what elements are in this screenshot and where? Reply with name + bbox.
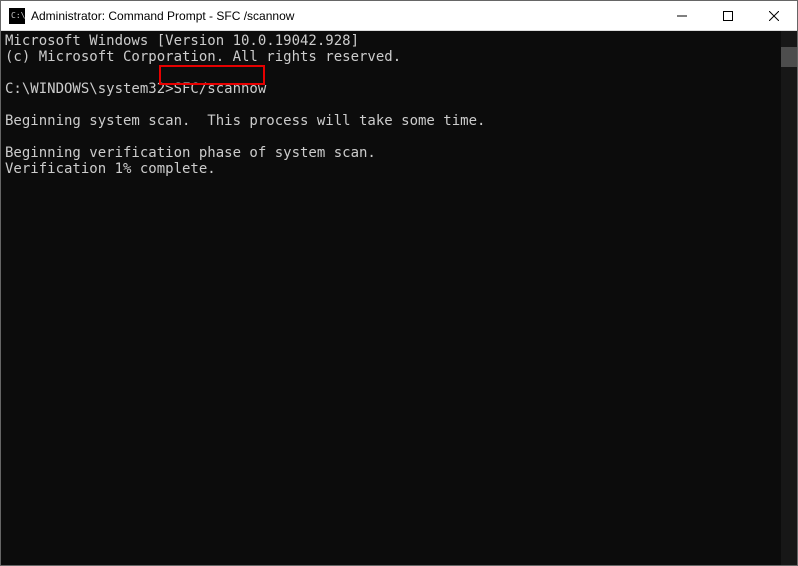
- minimize-button[interactable]: [659, 1, 705, 30]
- prompt-prefix: C:\WINDOWS\system32>: [5, 81, 174, 97]
- scrollbar-vertical[interactable]: [781, 31, 797, 565]
- close-button[interactable]: [751, 1, 797, 30]
- cmd-icon: C:\: [9, 8, 25, 24]
- line-verify-phase: Beginning verification phase of system s…: [5, 145, 376, 161]
- line-version: Microsoft Windows [Version 10.0.19042.92…: [5, 33, 359, 49]
- terminal-container: Microsoft Windows [Version 10.0.19042.92…: [1, 31, 797, 565]
- cmd-window: C:\ Administrator: Command Prompt - SFC …: [0, 0, 798, 566]
- window-title: Administrator: Command Prompt - SFC /sca…: [31, 9, 659, 23]
- line-verify-progress: Verification 1% complete.: [5, 161, 216, 177]
- window-controls: [659, 1, 797, 30]
- terminal-output[interactable]: Microsoft Windows [Version 10.0.19042.92…: [1, 31, 781, 565]
- window-titlebar[interactable]: C:\ Administrator: Command Prompt - SFC …: [1, 1, 797, 31]
- maximize-button[interactable]: [705, 1, 751, 30]
- line-copyright: (c) Microsoft Corporation. All rights re…: [5, 49, 401, 65]
- scrollbar-thumb[interactable]: [781, 47, 797, 67]
- prompt-command: SFC/scannow: [174, 81, 267, 97]
- line-scan-begin: Beginning system scan. This process will…: [5, 113, 485, 129]
- cmd-icon-text: C:\: [11, 11, 25, 20]
